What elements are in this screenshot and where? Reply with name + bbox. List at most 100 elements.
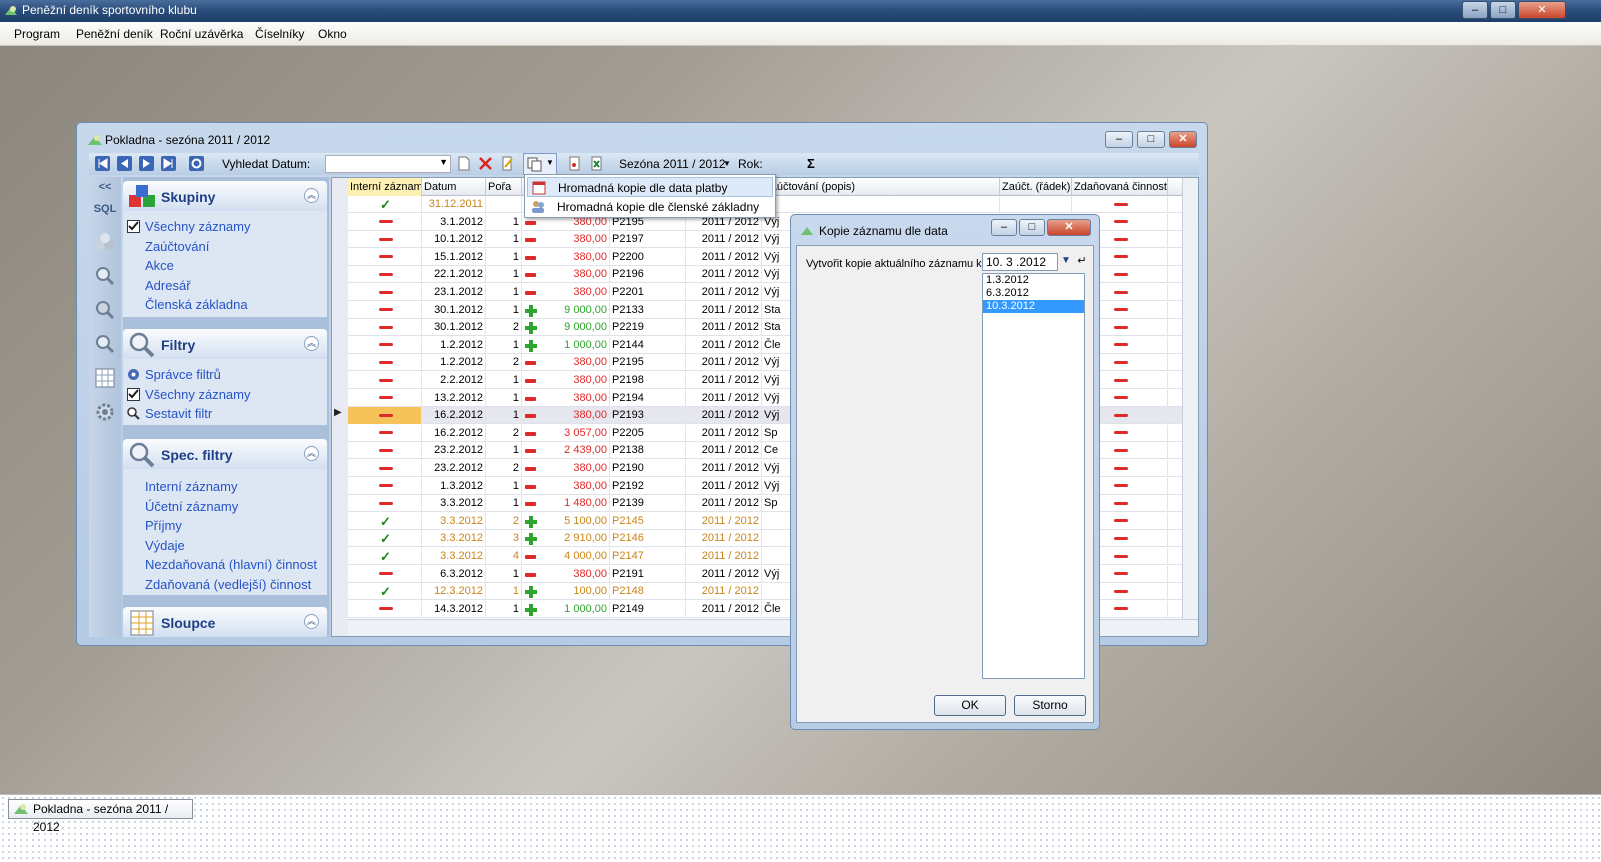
chevron-down-icon[interactable]: ▼ [439, 157, 448, 167]
menu-ciselniky[interactable]: Číselníky [255, 27, 304, 41]
nav-item-akce[interactable]: Akce [145, 258, 174, 273]
date-list-item[interactable]: 10.3.2012 [983, 300, 1084, 313]
col-zauct-radek[interactable]: Zaúčt. (řádek) [1000, 178, 1072, 196]
new-record-icon[interactable] [456, 156, 471, 171]
delete-icon[interactable] [478, 156, 493, 171]
settings-icon[interactable] [94, 401, 116, 423]
col-interni-zaznam[interactable]: Interní záznam [348, 178, 422, 196]
icon-strip: << SQL [89, 177, 121, 637]
collapse-icon[interactable]: ︽ [304, 336, 319, 351]
excel-icon[interactable] [589, 156, 604, 171]
group-title: Skupiny [161, 189, 216, 205]
ok-button[interactable]: OK [934, 695, 1006, 716]
edit-icon[interactable] [500, 156, 515, 171]
enter-icon[interactable]: ↵ [1075, 253, 1089, 271]
season-cell: 2011 / 2012 [686, 530, 762, 548]
group-header[interactable]: Filtry ︽ [123, 329, 327, 359]
maximize-button[interactable]: □ [1490, 1, 1516, 19]
season-cell: 2011 / 2012 [686, 442, 762, 460]
dialog-close-button[interactable]: ✕ [1047, 219, 1091, 236]
group-header[interactable]: Sloupce ︽ [123, 607, 327, 637]
group-header[interactable]: Spec. filtry ︽ [123, 439, 327, 469]
columns-icon[interactable] [94, 367, 116, 389]
col-datum[interactable]: Datum [422, 178, 486, 196]
date-input[interactable]: 10. 3 .2012 [982, 253, 1058, 271]
season-selector[interactable]: Sezóna 2011 / 2012 [619, 157, 726, 171]
copy-dropdown-button[interactable]: ▼ [523, 153, 557, 175]
cancel-button[interactable]: Storno [1014, 695, 1086, 716]
grid-vertical-scrollbar[interactable] [1182, 178, 1198, 620]
next-record-icon[interactable] [139, 156, 154, 171]
col-popis[interactable]: Zaúčtování (popis) [762, 178, 1000, 196]
order-cell: 2 [486, 424, 522, 442]
desc-cell [762, 196, 1000, 213]
order-cell: 1 [486, 372, 522, 389]
menu-item-copy-by-date[interactable]: Hromadná kopie dle data platby [527, 177, 773, 197]
collapse-icon[interactable]: ︽ [304, 614, 319, 629]
nav-item-spravce-filtru[interactable]: Správce filtrů [128, 367, 221, 382]
date-list-item[interactable]: 1.3.2012 [983, 274, 1084, 287]
date-list-item[interactable]: 6.3.2012 [983, 287, 1084, 300]
season-cell: 2011 / 2012 [686, 372, 762, 389]
search-date-input[interactable]: ▼ [325, 155, 451, 173]
spec-filter-icon[interactable] [94, 333, 116, 355]
groups-icon[interactable] [94, 231, 116, 253]
menu-okno[interactable]: Okno [318, 27, 347, 41]
nav-item-zdanovana-cinnost[interactable]: Zdaňovaná (vedlejší) činnost [145, 577, 311, 592]
collapse-icon[interactable]: ︽ [304, 446, 319, 461]
dialog-minimize-button[interactable]: – [991, 219, 1017, 236]
menu-penezni-denik[interactable]: Peněžní deník [76, 27, 153, 41]
internal-flag-cell [348, 442, 422, 460]
chevron-down-icon[interactable]: ▼ [723, 159, 731, 168]
nav-item-adresar[interactable]: Adresář [145, 278, 191, 293]
child-minimize-button[interactable]: – [1105, 131, 1133, 148]
menu-rocni-uzaverka[interactable]: Roční uzávěrka [160, 27, 243, 41]
minimize-button[interactable]: – [1462, 1, 1488, 19]
nav-item-vydaje[interactable]: Výdaje [145, 538, 185, 553]
refresh-icon[interactable] [189, 156, 204, 171]
status-bar: Pokladna - sezóna 2011 / 2012 [0, 794, 1601, 862]
prev-record-icon[interactable] [117, 156, 132, 171]
search-icon[interactable] [94, 265, 116, 287]
nav-item-interni-zaznamy[interactable]: Interní záznamy [145, 479, 238, 494]
nav-item-nezdanovana-cinnost[interactable]: Nezdaňovaná (hlavní) činnost [145, 557, 317, 572]
season-cell: 2011 / 2012 [686, 248, 762, 266]
collapse-icon[interactable]: ︽ [304, 188, 319, 203]
first-record-icon[interactable] [95, 156, 110, 171]
taskbar-item-pokladna[interactable]: Pokladna - sezóna 2011 / 2012 [8, 799, 193, 834]
minus-icon [1113, 360, 1128, 364]
filter-icon[interactable] [94, 299, 116, 321]
dates-list[interactable]: 1.3.2012 6.3.2012 10.3.2012 [982, 273, 1085, 679]
export-icon[interactable] [567, 156, 582, 171]
minus-icon [1113, 519, 1128, 523]
nav-item-ucetni-zaznamy[interactable]: Účetní záznamy [145, 499, 238, 514]
nav-item-clenska-zakladna[interactable]: Členská základna [145, 297, 248, 312]
sql-icon[interactable]: SQL [93, 203, 117, 227]
nav-item-zauctovani[interactable]: Zaúčtování [145, 239, 209, 254]
group-sloupce: Sloupce ︽ [123, 607, 327, 637]
nav-item-sestavit-filtr[interactable]: Sestavit filtr [127, 406, 212, 421]
col-zdanovana-cinnost[interactable]: Zdaňovaná činnost [1072, 178, 1168, 196]
group-title: Filtry [161, 337, 196, 353]
collapse-panel-button[interactable]: << [93, 181, 117, 205]
nav-item-prijmy[interactable]: Příjmy [145, 518, 182, 533]
nav-item-vsechny-zaznamy[interactable]: Všechny záznamy [127, 219, 251, 234]
menu-item-copy-by-members[interactable]: Hromadná kopie dle členské základny [527, 197, 773, 217]
season-cell: 2011 / 2012 [686, 319, 762, 337]
sum-icon[interactable]: Σ [807, 156, 815, 171]
menu-program[interactable]: Program [14, 27, 60, 41]
group-header[interactable]: Skupiny ︽ [123, 181, 327, 211]
season-cell: 2011 / 2012 [686, 301, 762, 319]
date-cell: 2.2.2012 [422, 372, 486, 389]
dialog-icon [801, 227, 813, 235]
nav-item-vsechny-zaznamy-filtr[interactable]: Všechny záznamy [127, 387, 251, 402]
group-filtry: Filtry ︽ Správce filtrů Všechny záznamy … [123, 329, 327, 425]
child-maximize-button[interactable]: □ [1137, 131, 1165, 148]
child-close-button[interactable]: ✕ [1169, 131, 1197, 148]
dialog-maximize-button[interactable]: □ [1019, 219, 1045, 236]
close-button[interactable]: ✕ [1518, 1, 1566, 19]
season-cell: 2011 / 2012 [686, 548, 762, 565]
chevron-down-icon[interactable]: ▼ [1059, 253, 1073, 271]
last-record-icon[interactable] [161, 156, 176, 171]
col-poradi[interactable]: Pořa [486, 178, 522, 196]
